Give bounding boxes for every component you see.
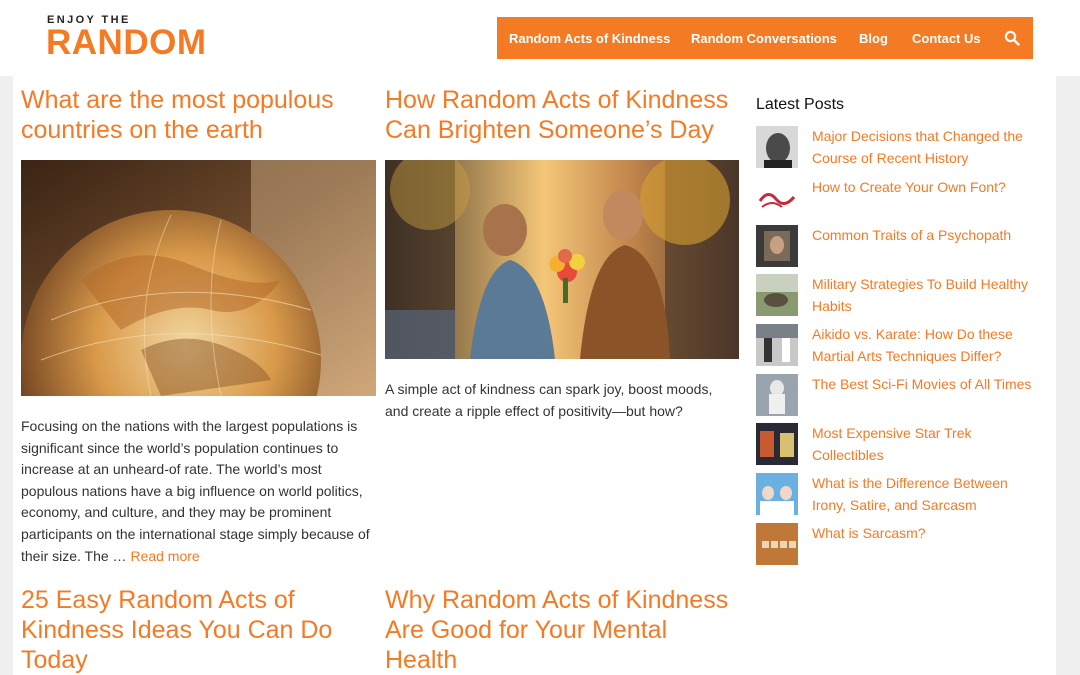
sidebar-thumbnail[interactable] [756, 274, 798, 316]
site-header: ENJOY THE RANDOM Random Acts of Kindness… [0, 0, 1080, 76]
sidebar-link[interactable]: Aikido vs. Karate: How Do these Martial … [812, 324, 1044, 367]
sidebar-thumbnail[interactable] [756, 225, 798, 267]
nav-item-contact-us[interactable]: Contact Us [912, 31, 981, 46]
sidebar-link[interactable]: The Best Sci-Fi Movies of All Times [812, 374, 1044, 396]
post-image-globe[interactable] [21, 160, 376, 396]
sidebar-link[interactable]: Military Strategies To Build Healthy Hab… [812, 274, 1044, 317]
post-title[interactable]: What are the most populous countries on … [21, 85, 377, 145]
nav-item-random-conversations[interactable]: Random Conversations [691, 31, 837, 46]
sidebar-thumbnail[interactable] [756, 324, 798, 366]
post-excerpt: Focusing on the nations with the largest… [21, 418, 370, 564]
sidebar-thumbnail[interactable] [756, 374, 798, 416]
nav-item-blog[interactable]: Blog [859, 31, 888, 46]
site-logo[interactable]: ENJOY THE RANDOM [46, 14, 236, 64]
post-title[interactable]: 25 Easy Random Acts of Kindness Ideas Yo… [21, 585, 377, 675]
sidebar-thumbnail[interactable] [756, 177, 798, 219]
post-card: 25 Easy Random Acts of Kindness Ideas Yo… [21, 585, 377, 675]
sidebar-thumbnail[interactable] [756, 126, 798, 168]
latest-posts-widget: Latest Posts [756, 96, 1046, 114]
logo-wordmark: RANDOM [46, 23, 207, 62]
sidebar-title: Latest Posts [756, 96, 845, 113]
read-more-link[interactable]: Read more [130, 548, 199, 564]
search-icon[interactable] [1004, 30, 1020, 46]
sidebar-link[interactable]: What is the Difference Between Irony, Sa… [812, 473, 1044, 516]
sidebar-link[interactable]: How to Create Your Own Font? [812, 177, 1044, 199]
post-card: Why Random Acts of Kindness Are Good for… [385, 585, 741, 675]
post-title[interactable]: How Random Acts of Kindness Can Brighten… [385, 85, 741, 145]
main-nav: Random Acts of Kindness Random Conversat… [497, 17, 1033, 59]
post-title[interactable]: Why Random Acts of Kindness Are Good for… [385, 585, 741, 675]
post-excerpt: A simple act of kindness can spark joy, … [385, 381, 713, 419]
sidebar-link[interactable]: What is Sarcasm? [812, 523, 1044, 545]
sidebar-link[interactable]: Major Decisions that Changed the Course … [812, 126, 1044, 169]
sidebar-thumbnail[interactable] [756, 423, 798, 465]
sidebar-thumbnail[interactable] [756, 473, 798, 515]
post-image-couple-flowers[interactable] [385, 160, 739, 359]
post-card: How Random Acts of Kindness Can Brighten… [385, 85, 741, 145]
nav-item-random-acts-of-kindness[interactable]: Random Acts of Kindness [509, 31, 670, 46]
sidebar-link[interactable]: Most Expensive Star Trek Collectibles [812, 423, 1044, 466]
post-card: What are the most populous countries on … [21, 85, 377, 145]
sidebar-link[interactable]: Common Traits of a Psychopath [812, 225, 1044, 247]
sidebar-thumbnail[interactable] [756, 523, 798, 565]
